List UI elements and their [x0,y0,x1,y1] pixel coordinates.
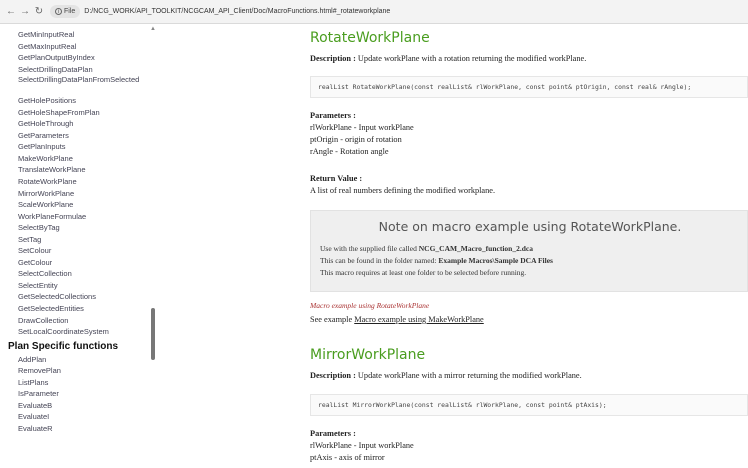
sidebar-item-getmaxinputreal[interactable]: GetMaxInputReal [18,41,148,53]
forward-arrow-icon[interactable]: → [18,4,32,20]
address-bar: ← → ↻ i File D:/NCG_WORK/API_TOOLKIT/NCG… [0,0,748,24]
sidebar-item-getplanoutputbyindex[interactable]: GetPlanOutputByIndex [18,52,148,64]
note-text: Use with the supplied file called [320,244,419,253]
sidebar-item-addplan[interactable]: AddPlan [18,354,148,366]
scroll-thumb[interactable] [151,308,155,360]
sidebar-item-selectdrillingdataplan[interactable]: SelectDrillingDataPlan [18,64,148,76]
sidebar-item-removeplan[interactable]: RemovePlan [18,365,148,377]
param-item: ptOrigin - origin of rotation [310,135,402,144]
macro-example-title: Macro example using RotateWorkPlane [310,301,430,310]
rotate-code-signature: realList RotateWorkPlane(const realList&… [310,76,748,98]
sidebar-item-getselectedcollections[interactable]: GetSelectedCollections [18,291,148,303]
description-text: Update workPlane with a mirror returning… [355,371,582,380]
sidebar-item-selectentity[interactable]: SelectEntity [18,280,148,292]
sidebar-item-getholethrough[interactable]: GetHoleThrough [18,118,148,130]
sidebar-item-translateworkplane[interactable]: TranslateWorkPlane [18,164,148,176]
return-value-label: Return Value : [310,174,363,183]
file-chip-label: File [64,8,76,15]
sidebar-item-mirrorworkplane[interactable]: MirrorWorkPlane [18,188,148,200]
mirror-description: Description : Update workPlane with a mi… [310,371,582,380]
param-item: ptAxis - axis of mirror [310,453,385,462]
sidebar-item-setcolour[interactable]: SetColour [18,245,148,257]
sidebar: GetMinInputReal GetMaxInputReal GetPlanOut… [0,24,160,468]
scroll-up-icon[interactable]: ▲ [150,26,156,32]
url-text[interactable]: D:/NCG_WORK/API_TOOLKIT/NCGCAM_API_Clien… [84,8,390,15]
note-line-folder: This can be found in the folder named: E… [320,256,553,265]
rotate-parameters-label: Parameters : [310,111,356,120]
sidebar-item-rotateworkplane[interactable]: RotateWorkPlane [18,176,148,188]
sidebar-item-selectdrillingdataplanfromselected[interactable]: SelectDrillingDataPlanFromSelected [18,75,148,95]
rotate-description: Description : Update workPlane with a ro… [310,54,586,63]
mirror-workplane-title: MirrorWorkPlane [310,347,426,363]
param-item: rAngle - Rotation angle [310,147,389,156]
mirror-parameters-label: Parameters : [310,429,356,438]
sidebar-item-evaluater[interactable]: EvaluateR [18,423,148,435]
note-line-requirement: This macro requires at least one folder … [320,268,527,277]
return-value-text: A list of real numbers defining the modi… [310,186,496,195]
see-example-link[interactable]: Macro example using MakeWorkPlane [354,315,484,324]
sidebar-list: GetMinInputReal GetMaxInputReal GetPlanOut… [8,29,148,435]
param-item: rlWorkPlane - Input workPlane [310,123,414,132]
note-title: Note on macro example using RotateWorkPl… [378,219,682,234]
sidebar-item-isparameter[interactable]: IsParameter [18,388,148,400]
sidebar-item-getselectedentities[interactable]: GetSelectedEntities [18,303,148,315]
reload-icon[interactable]: ↻ [32,4,46,20]
mirror-code-signature: realList MirrorWorkPlane(const realList&… [310,394,748,416]
param-item: rlWorkPlane - Input workPlane [310,441,414,450]
sidebar-item-getparameters[interactable]: GetParameters [18,130,148,142]
sidebar-item-workplaneformulae[interactable]: WorkPlaneFormulae [18,211,148,223]
sidebar-item-drawcollection[interactable]: DrawCollection [18,315,148,327]
rotate-workplane-title: RotateWorkPlane [310,30,430,46]
sidebar-item-getholeshapefromplan[interactable]: GetHoleShapeFromPlan [18,107,148,119]
sidebar-item-getcolour[interactable]: GetColour [18,257,148,269]
sidebar-item-scaleworkplane[interactable]: ScaleWorkPlane [18,199,148,211]
sidebar-item-setlocalcoordinatesystem[interactable]: SetLocalCoordinateSystem [18,326,148,338]
note-filename: NCG_CAM_Macro_function_2.dca [418,244,533,253]
sidebar-item-settag[interactable]: SetTag [18,234,148,246]
sidebar-item-getmininputreal[interactable]: GetMinInputReal [18,29,148,41]
sidebar-scrollbar[interactable]: ▲ [150,26,156,466]
sidebar-item-evaluatei[interactable]: EvaluateI [18,411,148,423]
see-example-line: See example Macro example using MakeWork… [310,315,484,324]
sidebar-item-listplans[interactable]: ListPlans [18,377,148,389]
back-arrow-icon[interactable]: ← [4,4,18,20]
sidebar-item-evaluateb[interactable]: EvaluateB [18,400,148,412]
macro-note-box: Note on macro example using RotateWorkPl… [310,210,748,292]
sidebar-item-getholepositions[interactable]: GetHolePositions [18,95,148,107]
note-line-file: Use with the supplied file called NCG_CA… [320,244,533,253]
note-folder: Example Macros\Sample DCA Files [438,256,553,265]
description-text: Update workPlane with a rotation returni… [355,54,587,63]
site-info-chip[interactable]: i File [50,5,81,18]
see-example-text: See example [310,315,355,324]
description-label: Description : [310,371,356,380]
sidebar-section-heading: Plan Specific functions [8,340,119,352]
sidebar-item-makeworkplane[interactable]: MakeWorkPlane [18,153,148,165]
note-text: This can be found in the folder named: [320,256,439,265]
sidebar-item-selectcollection[interactable]: SelectCollection [18,268,148,280]
info-icon: i [55,8,62,15]
sidebar-item-getplaninputs[interactable]: GetPlanInputs [18,141,148,153]
description-label: Description : [310,54,356,63]
sidebar-item-selectbytag[interactable]: SelectByTag [18,222,148,234]
main-content: RotateWorkPlane Description : Update wor… [310,24,748,468]
